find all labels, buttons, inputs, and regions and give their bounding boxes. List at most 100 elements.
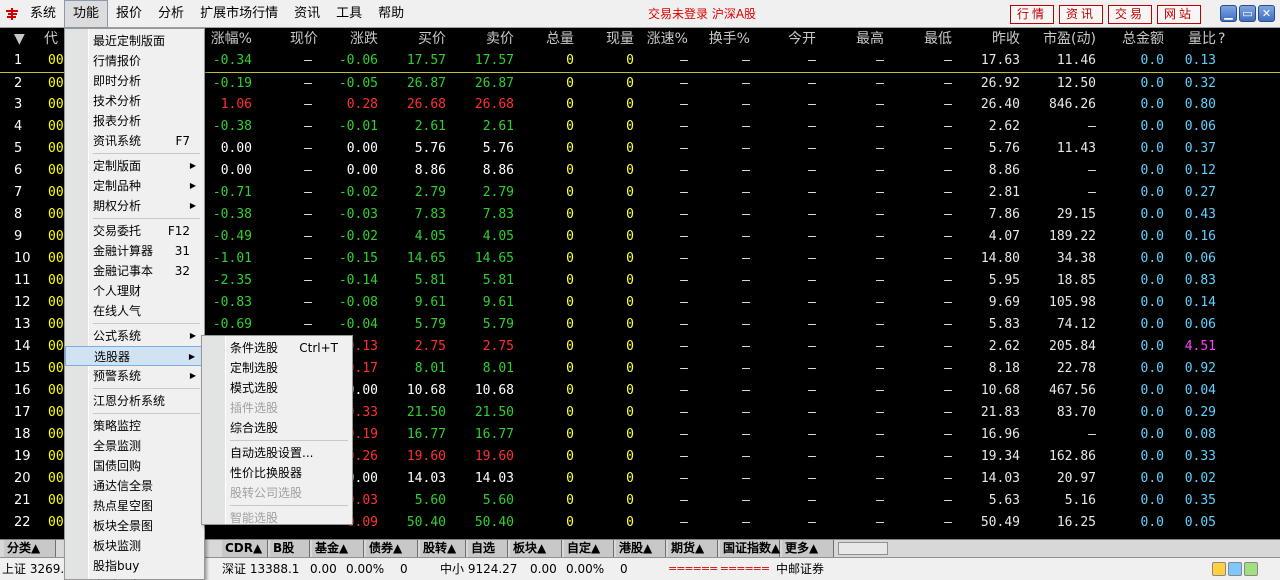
- tab-sector[interactable]: 板块▲: [510, 540, 562, 557]
- close-button[interactable]: ✕: [1258, 5, 1275, 22]
- picker-menu-item[interactable]: 定制选股: [202, 358, 352, 378]
- function-menu-item[interactable]: 板块全景图: [65, 516, 204, 536]
- tab-custom[interactable]: 自定▲: [564, 540, 614, 557]
- cell-turnover: –: [700, 226, 750, 248]
- tab-watchlist[interactable]: 自选: [468, 540, 508, 557]
- header-low[interactable]: 最低: [912, 28, 952, 50]
- function-menu-item[interactable]: 最近定制版面: [65, 31, 204, 51]
- alert-icon[interactable]: [1244, 562, 1258, 576]
- header-amount[interactable]: 总金额: [1106, 28, 1164, 50]
- menu-item-label: 热点星空图: [93, 496, 153, 516]
- tab-neeq[interactable]: 股转▲: [420, 540, 466, 557]
- header-bid[interactable]: 买价: [394, 28, 446, 50]
- tab-scrollbar[interactable]: [838, 542, 888, 555]
- sort-arrow-icon[interactable]: ▼: [14, 28, 30, 50]
- picker-menu-item[interactable]: 自动选股设置...: [202, 443, 352, 463]
- function-menu-item[interactable]: 策略监控: [65, 416, 204, 436]
- tab-hk[interactable]: 港股▲: [616, 540, 666, 557]
- news-button[interactable]: 资讯: [1059, 5, 1103, 24]
- function-menu-item[interactable]: 全景监测: [65, 436, 204, 456]
- header-volume[interactable]: 总量: [528, 28, 574, 50]
- header-price[interactable]: 现价: [262, 28, 318, 50]
- function-menu-item[interactable]: 实时看盘: [65, 576, 204, 580]
- website-button[interactable]: 网站: [1157, 5, 1201, 24]
- function-menu-item[interactable]: 热点星空图: [65, 496, 204, 516]
- cell-low: –: [912, 380, 952, 402]
- function-menu-item[interactable]: 技术分析: [65, 91, 204, 111]
- quote-button[interactable]: 行情: [1010, 5, 1054, 24]
- cell-pe: 467.56: [1030, 380, 1096, 402]
- menu-quote[interactable]: 报价: [108, 0, 150, 28]
- cell-price: –: [262, 292, 312, 314]
- tab-more[interactable]: 更多▲: [782, 540, 834, 557]
- cell-turnover: –: [700, 138, 750, 160]
- header-ask[interactable]: 卖价: [462, 28, 514, 50]
- menu-extended-market[interactable]: 扩展市场行情: [192, 0, 286, 28]
- function-menu-item[interactable]: 江恩分析系统: [65, 391, 204, 411]
- tab-fund[interactable]: 基金▲: [312, 540, 364, 557]
- function-menu-item[interactable]: 报表分析: [65, 111, 204, 131]
- menu-separator: [93, 153, 200, 154]
- cell-vol-ratio: 0.06: [1162, 314, 1216, 336]
- menu-news[interactable]: 资讯: [286, 0, 328, 28]
- trade-button[interactable]: 交易: [1108, 5, 1152, 24]
- function-menu-item[interactable]: 定制版面▶: [65, 156, 204, 176]
- network-icon[interactable]: [1228, 562, 1242, 576]
- menu-item-label: 板块监测: [93, 536, 141, 556]
- cell-price: –: [262, 50, 312, 72]
- menu-function[interactable]: 功能: [64, 0, 108, 28]
- header-prev-close[interactable]: 昨收: [978, 28, 1020, 50]
- function-menu-item[interactable]: 个人理财: [65, 281, 204, 301]
- cell-last-volume: 0: [588, 50, 634, 72]
- function-menu-item[interactable]: 期权分析▶: [65, 196, 204, 216]
- tab-b-share[interactable]: B股: [270, 540, 310, 557]
- function-menu-item[interactable]: 选股器▶: [65, 346, 204, 366]
- menu-system[interactable]: 系统: [22, 0, 64, 28]
- cell-vol-ratio: 0.06: [1162, 248, 1216, 270]
- header-turnover[interactable]: 换手%: [700, 28, 750, 50]
- tab-category[interactable]: 分类▲: [4, 540, 56, 557]
- header-high[interactable]: 最高: [844, 28, 884, 50]
- cell-change: -0.03: [326, 204, 378, 226]
- function-menu-item[interactable]: 在线人气: [65, 301, 204, 321]
- lock-icon[interactable]: [1212, 562, 1226, 576]
- function-menu-item[interactable]: 行情报价: [65, 51, 204, 71]
- function-menu-item[interactable]: 金融计算器31: [65, 241, 204, 261]
- sh-index: 上证 3269.: [2, 558, 64, 580]
- cell-volume: 0: [528, 226, 574, 248]
- function-menu-item[interactable]: 国债回购: [65, 456, 204, 476]
- header-change-pct[interactable]: 涨幅%: [200, 28, 252, 50]
- function-menu-item[interactable]: 股指buy: [65, 556, 204, 576]
- header-pe[interactable]: 市盈(动): [1030, 28, 1096, 50]
- header-help-icon[interactable]: ?: [1218, 28, 1228, 50]
- function-menu-item[interactable]: 即时分析: [65, 71, 204, 91]
- function-menu-item[interactable]: 金融记事本32: [65, 261, 204, 281]
- function-menu-item[interactable]: 定制品种▶: [65, 176, 204, 196]
- cell-open: –: [776, 292, 816, 314]
- tab-cni-index[interactable]: 国证指数▲: [720, 540, 780, 557]
- picker-menu-item[interactable]: 综合选股: [202, 418, 352, 438]
- function-menu-item[interactable]: 交易委托F12: [65, 221, 204, 241]
- function-menu-item[interactable]: 板块监测: [65, 536, 204, 556]
- minimize-button[interactable]: ▁: [1220, 5, 1237, 22]
- header-vol-ratio[interactable]: 量比: [1176, 28, 1216, 50]
- function-menu-item[interactable]: 预警系统▶: [65, 366, 204, 386]
- header-last-vol[interactable]: 现量: [588, 28, 634, 50]
- function-menu-item[interactable]: 公式系统▶: [65, 326, 204, 346]
- function-menu-item[interactable]: 通达信全景: [65, 476, 204, 496]
- picker-menu-item[interactable]: 性价比换股器: [202, 463, 352, 483]
- menu-tools[interactable]: 工具: [328, 0, 370, 28]
- header-change[interactable]: 涨跌: [326, 28, 378, 50]
- picker-menu-item[interactable]: 模式选股: [202, 378, 352, 398]
- maximize-button[interactable]: ▭: [1239, 5, 1256, 22]
- menu-help[interactable]: 帮助: [370, 0, 412, 28]
- tab-cdr[interactable]: CDR▲: [222, 540, 268, 557]
- menu-analysis[interactable]: 分析: [150, 0, 192, 28]
- picker-menu-item[interactable]: 条件选股Ctrl+T: [202, 338, 352, 358]
- tab-futures[interactable]: 期货▲: [668, 540, 718, 557]
- function-menu-item[interactable]: 资讯系统F7: [65, 131, 204, 151]
- header-open[interactable]: 今开: [776, 28, 816, 50]
- header-speed[interactable]: 涨速%: [638, 28, 688, 50]
- menu-item-label: 报表分析: [93, 111, 141, 131]
- tab-bond[interactable]: 债券▲: [366, 540, 418, 557]
